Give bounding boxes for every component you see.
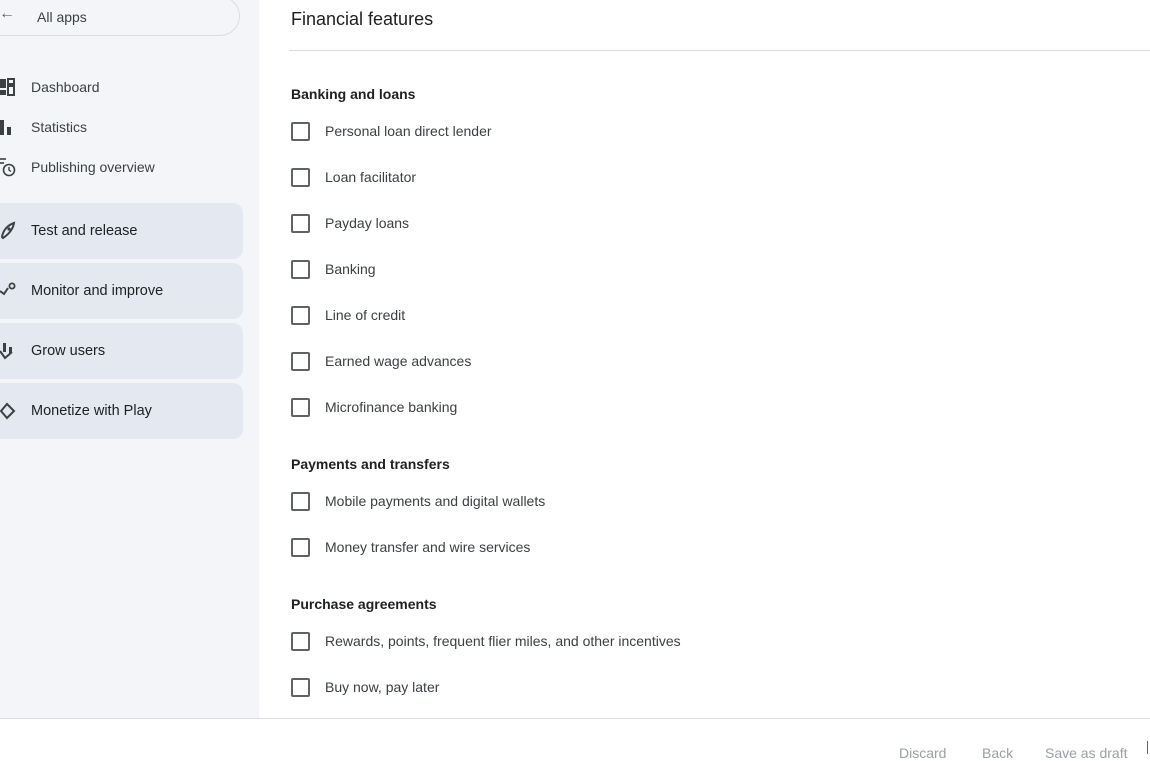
- dashboard-icon: [0, 78, 15, 96]
- group-heading-payments-and-transfers: Payments and transfers: [291, 456, 450, 472]
- sidebar-section-grow-users[interactable]: Grow users: [0, 323, 243, 379]
- checkbox-label: Loan facilitator: [325, 169, 417, 185]
- trend-icon: [0, 282, 16, 296]
- bar-chart-icon: [0, 120, 11, 135]
- all-apps-button[interactable]: ← All apps: [0, 0, 240, 36]
- page-title: Financial features: [291, 9, 434, 29]
- checkbox-row[interactable]: Payday loans: [291, 213, 891, 233]
- save-draft-button[interactable]: Save as draft: [1045, 745, 1128, 761]
- sidebar-section-label: Monetize with Play: [31, 403, 152, 419]
- checkbox[interactable]: [291, 538, 310, 557]
- checkbox[interactable]: [291, 306, 310, 325]
- sidebar-section-monetize-with-play[interactable]: Monetize with Play: [0, 383, 243, 439]
- all-apps-label: All apps: [37, 9, 87, 25]
- checkbox[interactable]: [291, 122, 310, 141]
- checkbox-label: Money transfer and wire services: [325, 539, 531, 555]
- group-heading-purchase-agreements: Purchase agreements: [291, 596, 437, 612]
- checkbox-row[interactable]: Line of credit: [291, 305, 891, 325]
- sidebar-section-label: Grow users: [31, 343, 106, 359]
- checkbox-row[interactable]: Buy now, pay later: [291, 677, 891, 697]
- sidebar-item-label: Statistics: [31, 119, 88, 135]
- grow-users-icon: [0, 343, 13, 360]
- checkbox-label: Payday loans: [325, 215, 410, 231]
- sidebar: ← All apps Dashboard Statistics Publishi…: [0, 0, 259, 718]
- sidebar-item-label: Publishing overview: [31, 159, 155, 175]
- checkbox-row[interactable]: Loan facilitator: [291, 167, 891, 187]
- main-content: Financial features Banking and loans Per…: [259, 0, 1150, 718]
- sidebar-section-label: Test and release: [31, 223, 138, 239]
- checkbox-row[interactable]: Money transfer and wire services: [291, 537, 891, 557]
- checkbox[interactable]: [291, 632, 310, 651]
- checkbox-label: Banking: [325, 261, 376, 277]
- publishing-clock-icon: [0, 158, 16, 177]
- checkbox[interactable]: [291, 260, 310, 279]
- footer-divider: [1147, 741, 1148, 754]
- discard-button[interactable]: Discard: [899, 745, 946, 761]
- checkbox-label: Personal loan direct lender: [325, 123, 492, 139]
- sidebar-item-dashboard[interactable]: Dashboard: [0, 67, 243, 107]
- checkbox-row[interactable]: Banking: [291, 259, 891, 279]
- checkbox-row[interactable]: Mobile payments and digital wallets: [291, 491, 891, 511]
- checkbox-row[interactable]: Microfinance banking: [291, 397, 891, 417]
- checkbox-row[interactable]: Rewards, points, frequent flier miles, a…: [291, 631, 891, 651]
- footer-bar: Discard Back Save as draft: [0, 718, 1150, 761]
- sidebar-item-label: Dashboard: [31, 79, 100, 95]
- sidebar-section-monitor-and-improve[interactable]: Monitor and improve: [0, 263, 243, 319]
- checkbox-label: Line of credit: [325, 307, 406, 323]
- checkbox-label: Earned wage advances: [325, 353, 472, 369]
- title-divider: [289, 50, 1150, 51]
- rocket-icon: [0, 221, 16, 240]
- checkbox-row[interactable]: Personal loan direct lender: [291, 121, 891, 141]
- back-button[interactable]: Back: [982, 745, 1013, 761]
- checkbox-label: Microfinance banking: [325, 399, 458, 415]
- checkbox[interactable]: [291, 214, 310, 233]
- sidebar-item-statistics[interactable]: Statistics: [0, 107, 243, 147]
- checkbox[interactable]: [291, 492, 310, 511]
- tag-icon: [0, 402, 16, 420]
- checkbox-label: Rewards, points, frequent flier miles, a…: [325, 633, 681, 649]
- back-arrow-icon: ←: [0, 5, 15, 22]
- checkbox-row[interactable]: Earned wage advances: [291, 351, 891, 371]
- checkbox[interactable]: [291, 678, 310, 697]
- checkbox-label: Buy now, pay later: [325, 679, 440, 695]
- sidebar-section-test-and-release[interactable]: Test and release: [0, 203, 243, 259]
- checkbox[interactable]: [291, 168, 310, 187]
- checkbox-label: Mobile payments and digital wallets: [325, 493, 546, 509]
- checkbox[interactable]: [291, 398, 310, 417]
- sidebar-section-label: Monitor and improve: [31, 283, 164, 299]
- group-heading-banking-and-loans: Banking and loans: [291, 86, 416, 102]
- checkbox[interactable]: [291, 352, 310, 371]
- sidebar-item-publishing-overview[interactable]: Publishing overview: [0, 147, 243, 187]
